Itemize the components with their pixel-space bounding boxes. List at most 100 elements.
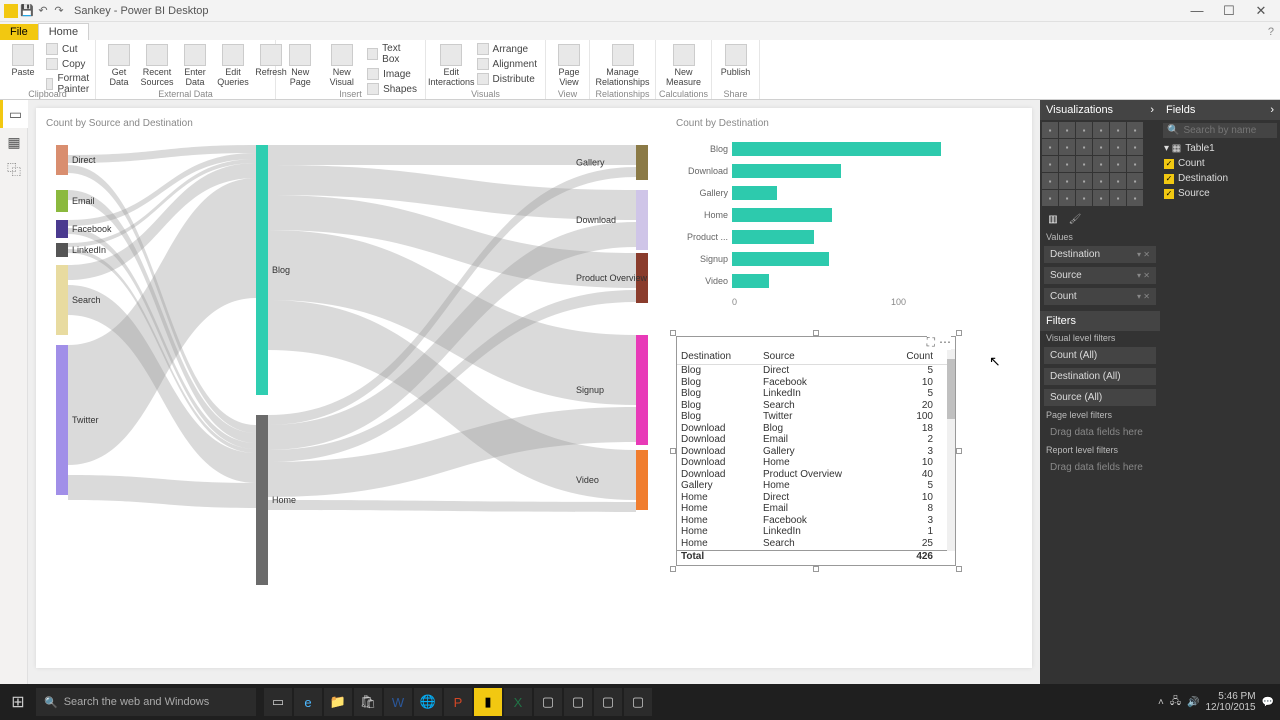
cut-button[interactable]: Cut (44, 42, 96, 56)
viz-type-icon[interactable]: ▪ (1076, 190, 1092, 206)
sankey-visual[interactable]: Count by Source and Destination DirectEm… (46, 118, 666, 658)
viz-type-icon[interactable]: ▪ (1110, 173, 1126, 189)
viz-type-icon[interactable]: ▪ (1093, 122, 1109, 138)
table-row[interactable]: BlogSearch20 (677, 400, 955, 412)
viz-type-icon[interactable]: ▪ (1076, 122, 1092, 138)
viz-type-icon[interactable]: ▪ (1059, 139, 1075, 155)
powerbi-icon[interactable]: ▮ (474, 688, 502, 716)
tab-file[interactable]: File (0, 24, 38, 40)
table-row[interactable]: GalleryHome5 (677, 480, 955, 492)
page-view-button[interactable]: Page View (552, 42, 586, 90)
maximize-button[interactable]: ☐ (1214, 1, 1244, 21)
barchart-visual[interactable]: Count by Destination BlogDownloadGallery… (676, 118, 956, 328)
bar-row[interactable]: Signup (676, 249, 956, 269)
well-destination[interactable]: Destination▾ ✕ (1044, 246, 1156, 263)
taskbar-search[interactable]: 🔍Search the web and Windows (36, 688, 256, 716)
viz-type-icon[interactable]: ▪ (1059, 173, 1075, 189)
edit-queries-button[interactable]: Edit Queries (216, 42, 250, 90)
table-row[interactable]: HomeEmail8 (677, 503, 955, 515)
tab-home[interactable]: Home (38, 23, 89, 40)
viz-type-icon[interactable]: ▪ (1076, 156, 1092, 172)
model-view-icon[interactable]: ⿻ (0, 156, 28, 184)
new-measure-button[interactable]: New Measure (662, 42, 705, 90)
well-source[interactable]: Source▾ ✕ (1044, 267, 1156, 284)
viz-type-icon[interactable]: ▪ (1042, 122, 1058, 138)
notifications-icon[interactable]: 💬 (1262, 697, 1274, 708)
report-canvas[interactable]: Count by Source and Destination DirectEm… (36, 108, 1032, 668)
canvas-area[interactable]: Count by Source and Destination DirectEm… (28, 100, 1040, 684)
table-row[interactable]: HomeFacebook3 (677, 515, 955, 527)
report-view-icon[interactable]: ▭ (0, 100, 28, 128)
store-icon[interactable]: 🛍 (354, 688, 382, 716)
paste-button[interactable]: Paste (6, 42, 40, 80)
arrange-button[interactable]: Arrange (475, 42, 539, 56)
fields-tab-icon[interactable]: ▥ (1044, 210, 1062, 228)
viz-type-icon[interactable]: ▪ (1093, 139, 1109, 155)
viz-type-icon[interactable]: ▪ (1110, 122, 1126, 138)
close-button[interactable]: ✕ (1246, 1, 1276, 21)
start-button[interactable]: ⊞ (0, 684, 36, 720)
app-icon[interactable]: ▢ (624, 688, 652, 716)
viz-type-icon[interactable]: ▪ (1093, 156, 1109, 172)
viz-type-icon[interactable]: ▪ (1110, 190, 1126, 206)
excel-icon[interactable]: X (504, 688, 532, 716)
viz-type-icon[interactable]: ▪ (1042, 139, 1058, 155)
table-row[interactable]: BlogTwitter100 (677, 411, 955, 423)
undo-icon[interactable]: ↶ (36, 4, 50, 18)
bar-row[interactable]: Video (676, 271, 956, 291)
viz-type-icon[interactable]: ▪ (1110, 139, 1126, 155)
word-icon[interactable]: W (384, 688, 412, 716)
table-row[interactable]: BlogDirect5 (677, 365, 955, 377)
edge-icon[interactable]: e (294, 688, 322, 716)
viz-type-icon[interactable]: ▪ (1076, 139, 1092, 155)
viz-type-icon[interactable]: ▪ (1127, 156, 1143, 172)
bar-row[interactable]: Gallery (676, 183, 956, 203)
more-options-icon[interactable]: ⋯ (939, 335, 951, 350)
viz-type-icon[interactable]: ▪ (1059, 190, 1075, 206)
viz-type-icon[interactable]: ▪ (1093, 173, 1109, 189)
help-icon[interactable]: ? (1262, 24, 1280, 40)
field-table[interactable]: ▾ ▦Table1 (1160, 141, 1280, 156)
publish-button[interactable]: Publish (718, 42, 753, 80)
explorer-icon[interactable]: 📁 (324, 688, 352, 716)
tray-up-icon[interactable]: ˄ (1158, 697, 1164, 708)
copy-button[interactable]: Copy (44, 57, 96, 71)
fields-search[interactable]: 🔍 (1163, 123, 1277, 138)
field-count[interactable]: ✓Count (1160, 156, 1280, 171)
viz-type-icon[interactable]: ▪ (1042, 173, 1058, 189)
well-count[interactable]: Count▾ ✕ (1044, 288, 1156, 305)
table-row[interactable]: DownloadProduct Overview40 (677, 469, 955, 481)
viz-type-icon[interactable]: ▪ (1042, 190, 1058, 206)
bar-row[interactable]: Product ... (676, 227, 956, 247)
app-icon[interactable]: ▢ (564, 688, 592, 716)
viz-type-icon[interactable]: ▪ (1110, 156, 1126, 172)
manage-relationships-button[interactable]: Manage Relationships (596, 42, 649, 90)
table-row[interactable]: BlogFacebook10 (677, 377, 955, 389)
filter-destination[interactable]: Destination (All) (1044, 368, 1156, 385)
viz-type-icon[interactable]: ▪ (1059, 156, 1075, 172)
bar-row[interactable]: Blog (676, 139, 956, 159)
table-visual[interactable]: ⛶ ⋯ Destination Source Count BlogDirect5… (676, 336, 956, 566)
table-row[interactable]: HomeDirect10 (677, 492, 955, 504)
table-row[interactable]: BlogLinkedIn5 (677, 388, 955, 400)
minimize-button[interactable]: — (1182, 1, 1212, 21)
bar-row[interactable]: Download (676, 161, 956, 181)
powerpoint-icon[interactable]: P (444, 688, 472, 716)
table-row[interactable]: DownloadGallery3 (677, 446, 955, 458)
textbox-button[interactable]: Text Box (365, 42, 419, 66)
table-row[interactable]: DownloadHome10 (677, 457, 955, 469)
focus-mode-icon[interactable]: ⛶ (927, 335, 935, 350)
viz-type-icon[interactable]: ▪ (1059, 122, 1075, 138)
redo-icon[interactable]: ↷ (52, 4, 66, 18)
filter-source[interactable]: Source (All) (1044, 389, 1156, 406)
table-row[interactable]: DownloadEmail2 (677, 434, 955, 446)
collapse-icon[interactable]: › (1270, 104, 1274, 116)
data-view-icon[interactable]: ▦ (0, 128, 28, 156)
format-tab-icon[interactable]: 🖌 (1066, 210, 1084, 228)
chrome-icon[interactable]: 🌐 (414, 688, 442, 716)
save-icon[interactable]: 💾 (20, 4, 34, 18)
app-icon[interactable]: ▢ (594, 688, 622, 716)
recent-sources-button[interactable]: Recent Sources (140, 42, 174, 90)
filter-count[interactable]: Count (All) (1044, 347, 1156, 364)
table-scrollbar[interactable] (947, 349, 955, 551)
